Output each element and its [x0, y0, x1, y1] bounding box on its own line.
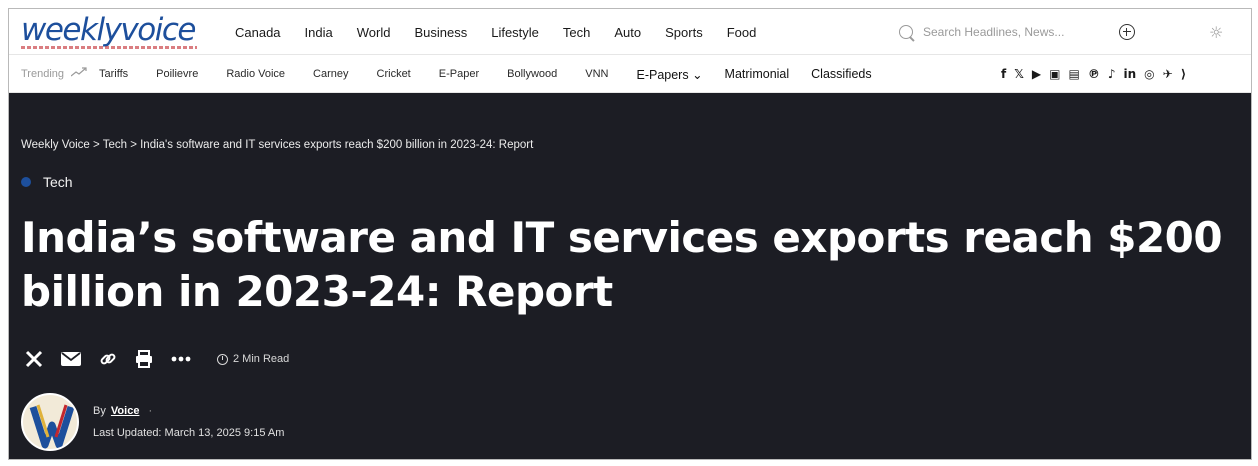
social-links: f 𝕏 ▶ ▣ ▤ ℗ ♪ in ◎ ✈ ⟩ [1001, 55, 1194, 93]
threads-icon[interactable]: ◎ [1144, 67, 1154, 81]
trending-link-radio-voice[interactable]: Radio Voice [226, 68, 285, 80]
category-dot [21, 177, 31, 187]
trending-link-tariffs[interactable]: Tariffs [99, 68, 128, 80]
trending-link-carney[interactable]: Carney [313, 68, 348, 80]
clock-icon [217, 353, 228, 365]
matrimonial-link[interactable]: Matrimonial [725, 67, 790, 81]
nav-item-india[interactable]: India [305, 25, 333, 40]
share-toolbar: 2 Min Read [25, 347, 289, 371]
article-headline: India’s software and IT services exports… [21, 213, 1223, 316]
trending-label: Trending [21, 67, 65, 80]
author-block: By Voice · Last Updated: March 13, 2025 … [21, 393, 284, 451]
search-input[interactable] [923, 25, 1093, 39]
byline-prefix: By [93, 405, 106, 417]
logo-wordmark: weeklyvoice [21, 12, 196, 48]
trending-arrow-icon [71, 67, 87, 77]
facebook-icon[interactable]: f [1001, 67, 1006, 81]
trending-bar: Trending Tariffs Poilievre Radio Voice C… [9, 55, 1251, 93]
author-name-link[interactable]: Voice [111, 405, 140, 417]
nav-item-sports[interactable]: Sports [665, 25, 703, 40]
x-icon[interactable]: 𝕏 [1014, 67, 1024, 81]
article-hero: Weekly Voice > Tech > India's software a… [9, 93, 1251, 459]
share-x-icon[interactable] [25, 350, 43, 368]
nav-item-food[interactable]: Food [727, 25, 757, 40]
breadcrumb[interactable]: Weekly Voice > Tech > India's software a… [21, 139, 533, 151]
read-time-label: 2 Min Read [233, 353, 290, 365]
category-badge[interactable]: Tech [21, 174, 73, 190]
nav-item-business[interactable]: Business [414, 25, 467, 40]
byline-separator: · [148, 405, 153, 417]
copy-link-icon[interactable] [99, 350, 117, 368]
nav-item-world[interactable]: World [357, 25, 391, 40]
nav-item-canada[interactable]: Canada [235, 25, 281, 40]
nav-item-lifestyle[interactable]: Lifestyle [491, 25, 539, 40]
news-icon[interactable]: ▤ [1068, 67, 1079, 81]
page-frame: weeklyvoice Canada India World Business … [8, 8, 1252, 460]
trending-link-poilievre[interactable]: Poilievre [156, 68, 198, 80]
add-icon[interactable] [1119, 24, 1135, 40]
tiktok-icon[interactable]: ♪ [1108, 67, 1116, 81]
trending-link-e-paper[interactable]: E-Paper [439, 68, 479, 80]
trending-link-cricket[interactable]: Cricket [377, 68, 411, 80]
category-label: Tech [43, 174, 73, 190]
top-navigation: weeklyvoice Canada India World Business … [9, 9, 1251, 55]
share-email-icon[interactable] [61, 352, 81, 366]
author-avatar[interactable] [21, 393, 79, 451]
author-meta: By Voice · Last Updated: March 13, 2025 … [93, 405, 284, 439]
read-time: 2 Min Read [217, 353, 289, 365]
video-icon[interactable]: ▣ [1049, 67, 1060, 81]
trending-link-vnn[interactable]: VNN [585, 68, 608, 80]
more-options-icon[interactable] [171, 356, 191, 362]
pinterest-icon[interactable]: ℗ [1088, 67, 1100, 81]
print-icon[interactable] [135, 350, 153, 368]
site-logo[interactable]: weeklyvoice [21, 15, 211, 49]
search-box[interactable] [899, 19, 1099, 45]
logo-tagline-decoration [21, 46, 197, 49]
classifieds-link[interactable]: Classifieds [811, 67, 871, 81]
last-updated: Last Updated: March 13, 2025 9:15 Am [93, 427, 285, 439]
youtube-icon[interactable]: ▶ [1032, 67, 1041, 81]
nav-item-auto[interactable]: Auto [614, 25, 641, 40]
nav-item-tech[interactable]: Tech [563, 25, 590, 40]
rss-icon[interactable]: ⟩ [1181, 67, 1186, 81]
trending-link-bollywood[interactable]: Bollywood [507, 68, 557, 80]
trending-links: Tariffs Poilievre Radio Voice Carney Cri… [99, 55, 894, 93]
bluesky-icon[interactable]: ✈ [1163, 67, 1173, 81]
linkedin-icon[interactable]: in [1124, 67, 1137, 81]
byline: By Voice · [93, 405, 284, 417]
search-icon[interactable] [899, 25, 913, 39]
main-menu: Canada India World Business Lifestyle Te… [235, 9, 780, 55]
theme-toggle-icon[interactable]: ☼ [1209, 23, 1223, 42]
e-papers-dropdown[interactable]: E-Papers ⌄ [636, 67, 702, 82]
